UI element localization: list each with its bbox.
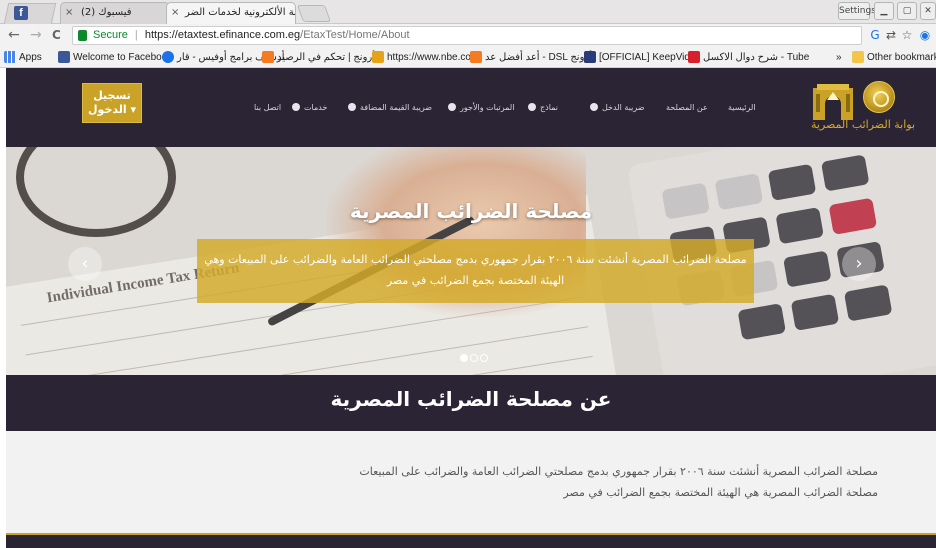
bookmark-star-icon[interactable]: ☆ (900, 28, 914, 42)
gate-logo-icon (813, 84, 853, 120)
minimize-button[interactable]: ▁ (874, 2, 894, 20)
url-host: https://etaxtest.efinance.com.eg (144, 29, 301, 41)
about-section-header: عن مصلحة الضرائب المصرية (6, 375, 936, 431)
url-input[interactable]: Secure | https://etaxtest.efinance.com.e… (72, 26, 862, 45)
bookmark-keepvid[interactable]: [OFFICIAL] KeepVid (584, 51, 690, 64)
dropdown-dot-icon (528, 102, 536, 111)
tab-label: (2) فيسبوك (81, 7, 132, 18)
nav-services[interactable]: خدمات (292, 68, 327, 147)
hero-caption-line2: الهيئة المختصة بجمع الضرائب في مصر (386, 274, 565, 287)
close-window-icon: ✕ (924, 6, 932, 16)
nav-vat[interactable]: ضريبة القيمة المضافة (348, 68, 432, 147)
keepvid-icon (584, 51, 596, 64)
slide-dot-3[interactable] (480, 354, 488, 362)
globe-icon (162, 51, 174, 64)
site-logo[interactable]: بوابة الضرائب المصرية (801, 80, 921, 136)
nav-home[interactable]: الرئيسية (728, 68, 756, 147)
nav-about[interactable]: عن المصلحة (666, 68, 708, 147)
apps-grid-icon (4, 51, 16, 64)
logo-text: بوابة الضرائب المصرية (810, 118, 916, 131)
dropdown-dot-icon (292, 102, 300, 111)
pinned-tab-facebook[interactable] (3, 3, 57, 24)
folder-icon (852, 51, 864, 64)
hero-caption-line1: مصلحة الضرائب المصرية أنشئت سنة ٢٠٠٦ بقر… (204, 253, 747, 266)
facebook-icon: f (14, 6, 28, 20)
minimize-icon: ▁ (880, 6, 888, 16)
slide-dot-2[interactable] (470, 354, 478, 362)
nav-salaries[interactable]: المرتبات والأجور (448, 68, 514, 147)
slider-dots (458, 347, 488, 366)
nav-contact-us[interactable]: اتصل بنا (254, 68, 281, 147)
footer-strip (6, 533, 936, 548)
dropdown-dot-icon (348, 102, 356, 111)
back-icon[interactable]: ← (8, 28, 20, 42)
nav-income-tax[interactable]: ضريبة الدخل (590, 68, 645, 147)
about-section-body: مصلحة الضرائب المصرية أنشئت سنة ٢٠٠٦ بقر… (6, 431, 936, 533)
about-paragraph-line2: مصلحة الضرائب المصرية هي الهيئة المختصة … (563, 486, 878, 499)
reload-icon[interactable]: C (52, 28, 61, 42)
extension-icon[interactable]: ◉ (918, 28, 932, 42)
bookmark-excel-youtube[interactable]: شرح دوال الاكسل - Tube (688, 51, 809, 64)
address-bar-row: ← → C Secure | https://etaxtest.efinance… (0, 24, 936, 47)
browser-tab-strip: f × (2) فيسبوك × البوابة الألكترونية لخد… (0, 0, 936, 24)
bookmark-nbe[interactable]: https://www.nbe.com (372, 51, 479, 64)
youtube-icon (688, 51, 700, 64)
secure-label: Secure (93, 29, 128, 41)
profile-button[interactable]: Settings (838, 2, 876, 20)
translate-icon[interactable]: ⇄ (884, 28, 898, 42)
hero-caption: مصلحة الضرائب المصرية أنشئت سنة ٢٠٠٦ بقر… (197, 239, 754, 303)
bookmark-dsl[interactable]: أعد أفضل عد - DSL أرونج (470, 51, 592, 64)
restore-button[interactable]: ▢ (897, 2, 917, 20)
bookmarks-overflow-button[interactable]: » (836, 51, 842, 64)
close-tab-icon[interactable]: × (65, 3, 73, 23)
tab-tax-portal[interactable]: × البوابة الألكترونية لخدمات الضر (166, 2, 296, 24)
hero-slider: Individual Income Tax Return مصلحة الضرا… (6, 147, 936, 375)
nav-forms[interactable]: نماذج (528, 68, 558, 147)
orange-icon (262, 51, 274, 64)
bookmark-facebook[interactable]: Welcome to Faceboo (58, 51, 167, 64)
google-extension-icon[interactable]: G (868, 28, 882, 42)
about-heading: عن مصلحة الضرائب المصرية (330, 387, 612, 411)
url-separator: | (134, 29, 138, 41)
about-paragraph-line1: مصلحة الضرائب المصرية أنشئت سنة ٢٠٠٦ بقر… (359, 465, 878, 478)
orange-icon (470, 51, 482, 64)
close-window-button[interactable]: ✕ (920, 2, 936, 20)
site-header: تسجيل الدخول ▾ اتصل بنا خدمات ضريبة القي… (6, 68, 936, 147)
bookmarks-bar: Apps Welcome to Faceboo أرشيف برامج أوفي… (0, 47, 936, 68)
dropdown-dot-icon (590, 102, 598, 111)
nbe-icon (372, 51, 384, 64)
forward-icon[interactable]: → (30, 28, 42, 42)
url-path: /EtaxTest/Home/About (300, 29, 410, 41)
dropdown-dot-icon (448, 102, 456, 111)
bookmark-other[interactable]: Other bookmarks (852, 51, 936, 64)
hero-title: مصلحة الضرائب المصرية (349, 199, 593, 223)
new-tab-button[interactable] (296, 5, 332, 22)
close-tab-icon[interactable]: × (171, 3, 179, 23)
chevron-right-icon: › (855, 253, 863, 274)
slider-next-button[interactable]: › (842, 247, 876, 281)
slide-dot-1[interactable] (460, 354, 468, 362)
tax-portal-page: تسجيل الدخول ▾ اتصل بنا خدمات ضريبة القي… (6, 68, 936, 548)
login-button[interactable]: تسجيل الدخول ▾ (82, 83, 142, 123)
login-label-line1: تسجيل (93, 89, 131, 102)
bookmark-apps[interactable]: Apps (4, 51, 42, 64)
about-paragraph: مصلحة الضرائب المصرية أنشئت سنة ٢٠٠٦ بقر… (306, 461, 878, 503)
coat-of-arms-icon (863, 81, 895, 113)
tab-facebook[interactable]: × (2) فيسبوك (60, 2, 170, 24)
slider-prev-button[interactable]: ‹ (68, 247, 102, 281)
bookmark-orange-balance[interactable]: أرونج | تحكم في الرصيد (262, 51, 375, 64)
lock-icon (78, 30, 87, 41)
login-label-line2: الدخول ▾ (88, 103, 136, 116)
chevron-left-icon: ‹ (81, 253, 89, 274)
facebook-icon (58, 51, 70, 64)
restore-icon: ▢ (902, 6, 912, 16)
tab-label: البوابة الألكترونية لخدمات الضر (185, 7, 295, 18)
